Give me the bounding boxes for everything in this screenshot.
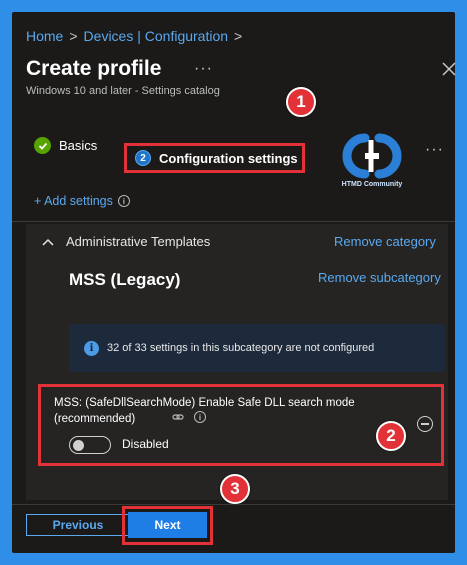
- step-marker-2: 2: [376, 421, 406, 451]
- page-title: Create profile: [26, 57, 162, 80]
- info-icon[interactable]: i: [117, 195, 130, 207]
- toggle-label: Disabled: [122, 437, 169, 451]
- breadcrumb-home-link[interactable]: Home: [26, 28, 63, 44]
- setting-name: MSS: (SafeDllSearchMode) Enable Safe DLL…: [54, 397, 355, 425]
- divider: [12, 504, 455, 505]
- previous-button[interactable]: Previous: [26, 514, 130, 536]
- step-marker-3: 3: [220, 474, 250, 504]
- logo-caption: HTMD Community: [341, 181, 403, 188]
- checkmark-icon: [34, 137, 51, 154]
- subcategory-title: MSS (Legacy): [69, 270, 181, 289]
- tab-basics-label: Basics: [59, 138, 98, 153]
- breadcrumb-devices-link[interactable]: Devices | Configuration: [84, 28, 228, 44]
- remove-subcategory-link[interactable]: Remove subcategory: [318, 270, 441, 285]
- setting-icons: i: [172, 411, 206, 423]
- chevron-right-icon: >: [69, 28, 78, 44]
- tab-basics[interactable]: Basics: [34, 137, 97, 154]
- info-icon: i: [84, 340, 99, 356]
- remove-setting-icon[interactable]: [417, 416, 433, 432]
- toggle-knob: [73, 440, 84, 451]
- add-settings-label: + Add settings: [34, 194, 113, 208]
- divider: [12, 221, 455, 222]
- create-profile-panel: Home > Devices | Configuration > Create pro…: [12, 12, 456, 553]
- chevron-up-icon: [42, 238, 54, 246]
- info-banner-text: 32 of 33 settings in this subcategory ar…: [107, 342, 375, 354]
- step-number-badge: 2: [135, 150, 151, 166]
- category-name: Administrative Templates: [66, 234, 211, 249]
- add-settings-link[interactable]: + Add settings i: [34, 194, 130, 208]
- tab-configuration-settings-label: Configuration settings: [159, 150, 298, 166]
- remove-category-link[interactable]: Remove category: [334, 234, 436, 249]
- link-icon[interactable]: [172, 411, 184, 423]
- htmd-logo: [342, 133, 402, 179]
- page-subtitle: Windows 10 and later - Settings catalog: [26, 85, 220, 97]
- more-options-icon[interactable]: ···: [425, 141, 444, 159]
- close-icon[interactable]: [442, 62, 456, 76]
- chevron-right-icon: >: [234, 28, 243, 44]
- info-banner: i 32 of 33 settings in this subcategory …: [69, 324, 445, 372]
- step-marker-1: 1: [286, 87, 316, 117]
- next-button[interactable]: Next: [128, 512, 207, 538]
- info-icon[interactable]: i: [194, 411, 206, 423]
- setting-toggle[interactable]: [69, 436, 111, 454]
- category-header[interactable]: Administrative Templates: [42, 234, 210, 249]
- tab-configuration-settings[interactable]: 2 Configuration settings: [124, 143, 305, 173]
- breadcrumb: Home > Devices | Configuration >: [26, 28, 248, 44]
- more-options-icon[interactable]: ···: [194, 60, 213, 78]
